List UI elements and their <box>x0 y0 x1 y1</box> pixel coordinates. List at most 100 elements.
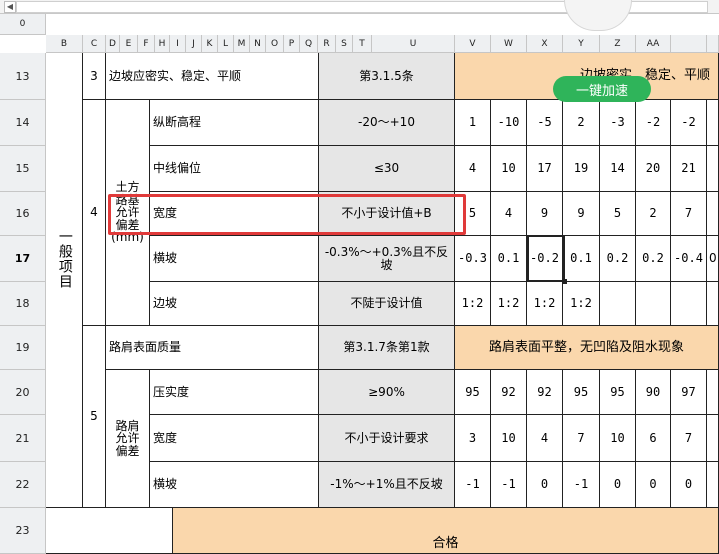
r15-value-partial[interactable] <box>707 146 719 192</box>
column-header-m[interactable]: M <box>234 35 250 53</box>
column-header-z[interactable]: Z <box>600 35 636 53</box>
r21-value-5[interactable]: 6 <box>636 415 671 462</box>
column-header-u[interactable]: U <box>372 35 455 53</box>
column-header-t[interactable]: T <box>353 35 372 53</box>
column-header-d[interactable]: D <box>106 35 120 53</box>
r17-std-cell[interactable]: -0.3%～+0.3%且不反坡 <box>319 236 455 282</box>
row-header-23[interactable]: 23 <box>0 508 46 554</box>
scroll-left-button[interactable]: ◀ <box>4 1 16 13</box>
column-header-l[interactable]: L <box>218 35 234 53</box>
r18-value-2[interactable]: 1:2 <box>527 282 563 326</box>
r16-value-partial[interactable] <box>707 192 719 236</box>
r15-value-6[interactable]: 21 <box>671 146 707 192</box>
index-3-cell[interactable]: 3 <box>83 53 106 100</box>
column-header-r[interactable]: R <box>318 35 336 53</box>
r16-value-2[interactable]: 9 <box>527 192 563 236</box>
r20-value-partial[interactable] <box>707 370 719 415</box>
r14-value-partial[interactable] <box>707 100 719 146</box>
r17-value-3[interactable]: 0.1 <box>563 236 600 282</box>
r20-value-2[interactable]: 92 <box>527 370 563 415</box>
column-header-h[interactable]: H <box>155 35 170 53</box>
r18-value-6[interactable] <box>671 282 707 326</box>
r15-value-2[interactable]: 17 <box>527 146 563 192</box>
r20-value-1[interactable]: 92 <box>491 370 527 415</box>
r18-item-cell[interactable]: 边坡 <box>150 282 319 326</box>
row-header-17[interactable]: 17 <box>0 236 46 282</box>
r18-value-3[interactable]: 1:2 <box>563 282 600 326</box>
row-header-14[interactable]: 14 <box>0 100 46 146</box>
column-header-aa[interactable]: AA <box>636 35 671 53</box>
r14-value-5[interactable]: -2 <box>636 100 671 146</box>
column-header-v[interactable]: V <box>455 35 491 53</box>
r16-value-1[interactable]: 4 <box>491 192 527 236</box>
r23-label-cell[interactable] <box>46 508 173 554</box>
r21-value-3[interactable]: 7 <box>563 415 600 462</box>
r15-value-0[interactable]: 4 <box>455 146 491 192</box>
r14-std-cell[interactable]: -20～+10 <box>319 100 455 146</box>
r14-item-cell[interactable]: 纵断高程 <box>150 100 319 146</box>
index-5-cell[interactable]: 5 <box>83 326 106 508</box>
r18-std-cell[interactable]: 不陡于设计值 <box>319 282 455 326</box>
r21-value-4[interactable]: 10 <box>600 415 636 462</box>
r19-item-cell[interactable]: 路肩表面质量 <box>106 326 319 370</box>
r19-std-cell[interactable]: 第3.1.7条第1款 <box>319 326 455 370</box>
r15-value-1[interactable]: 10 <box>491 146 527 192</box>
r21-std-cell[interactable]: 不小于设计要求 <box>319 415 455 462</box>
row-header-18[interactable]: 18 <box>0 282 46 326</box>
column-header-f[interactable]: F <box>138 35 155 53</box>
column-header-ab[interactable] <box>671 35 707 53</box>
column-header-y[interactable]: Y <box>563 35 600 53</box>
r22-item-cell[interactable]: 横坡 <box>150 462 319 508</box>
fill-handle[interactable] <box>562 279 567 284</box>
column-header-c[interactable]: C <box>83 35 106 53</box>
r20-std-cell[interactable]: ≥90% <box>319 370 455 415</box>
column-header-p[interactable]: P <box>284 35 300 53</box>
r17-value-1[interactable]: 0.1 <box>491 236 527 282</box>
r14-value-2[interactable]: -5 <box>527 100 563 146</box>
row-header-13[interactable]: 13 <box>0 53 46 100</box>
column-header-i[interactable]: I <box>170 35 186 53</box>
column-header-b[interactable]: B <box>46 35 83 53</box>
r23-result-cell[interactable]: 合格 <box>173 508 719 554</box>
r14-value-0[interactable]: 1 <box>455 100 491 146</box>
index-4-cell[interactable]: 4 <box>83 100 106 326</box>
column-header-k[interactable]: K <box>202 35 218 53</box>
r17-value-6[interactable]: -0.4 <box>671 236 707 282</box>
column-header-o[interactable]: O <box>266 35 284 53</box>
r18-value-5[interactable] <box>636 282 671 326</box>
r22-std-cell[interactable]: -1%～+1%且不反坡 <box>319 462 455 508</box>
r18-value-1[interactable]: 1:2 <box>491 282 527 326</box>
r16-value-6[interactable]: 7 <box>671 192 707 236</box>
column-header-s[interactable]: S <box>336 35 353 53</box>
r14-value-1[interactable]: -10 <box>491 100 527 146</box>
row-header-22[interactable]: 22 <box>0 462 46 508</box>
r15-value-4[interactable]: 14 <box>600 146 636 192</box>
selected-cell[interactable] <box>527 235 565 282</box>
row-header-19[interactable]: 19 <box>0 326 46 370</box>
r20-value-6[interactable]: 97 <box>671 370 707 415</box>
r19-result-cell[interactable]: 路肩表面平整，无凹陷及阻水现象 <box>455 326 719 370</box>
r15-value-3[interactable]: 19 <box>563 146 600 192</box>
r14-value-3[interactable]: 2 <box>563 100 600 146</box>
r20-value-5[interactable]: 90 <box>636 370 671 415</box>
r21-value-6[interactable]: 7 <box>671 415 707 462</box>
r15-value-5[interactable]: 20 <box>636 146 671 192</box>
r22-value-6[interactable]: 0 <box>671 462 707 508</box>
r20-value-0[interactable]: 95 <box>455 370 491 415</box>
r22-value-3[interactable]: -1 <box>563 462 600 508</box>
column-header-x[interactable]: X <box>527 35 563 53</box>
r13-std-cell[interactable]: 第3.1.5条 <box>319 53 455 100</box>
r21-value-2[interactable]: 4 <box>527 415 563 462</box>
r22-value-4[interactable]: 0 <box>600 462 636 508</box>
r22-value-1[interactable]: -1 <box>491 462 527 508</box>
r22-value-partial[interactable] <box>707 462 719 508</box>
speed-up-button[interactable]: 一键加速 <box>553 76 651 102</box>
r21-value-1[interactable]: 10 <box>491 415 527 462</box>
row-header-20[interactable]: 20 <box>0 370 46 415</box>
column-header-n[interactable]: N <box>250 35 266 53</box>
r17-value-5[interactable]: 0.2 <box>636 236 671 282</box>
column-header-w[interactable]: W <box>491 35 527 53</box>
r18-value-4[interactable] <box>600 282 636 326</box>
r20-value-4[interactable]: 95 <box>600 370 636 415</box>
row-header-16[interactable]: 16 <box>0 192 46 236</box>
